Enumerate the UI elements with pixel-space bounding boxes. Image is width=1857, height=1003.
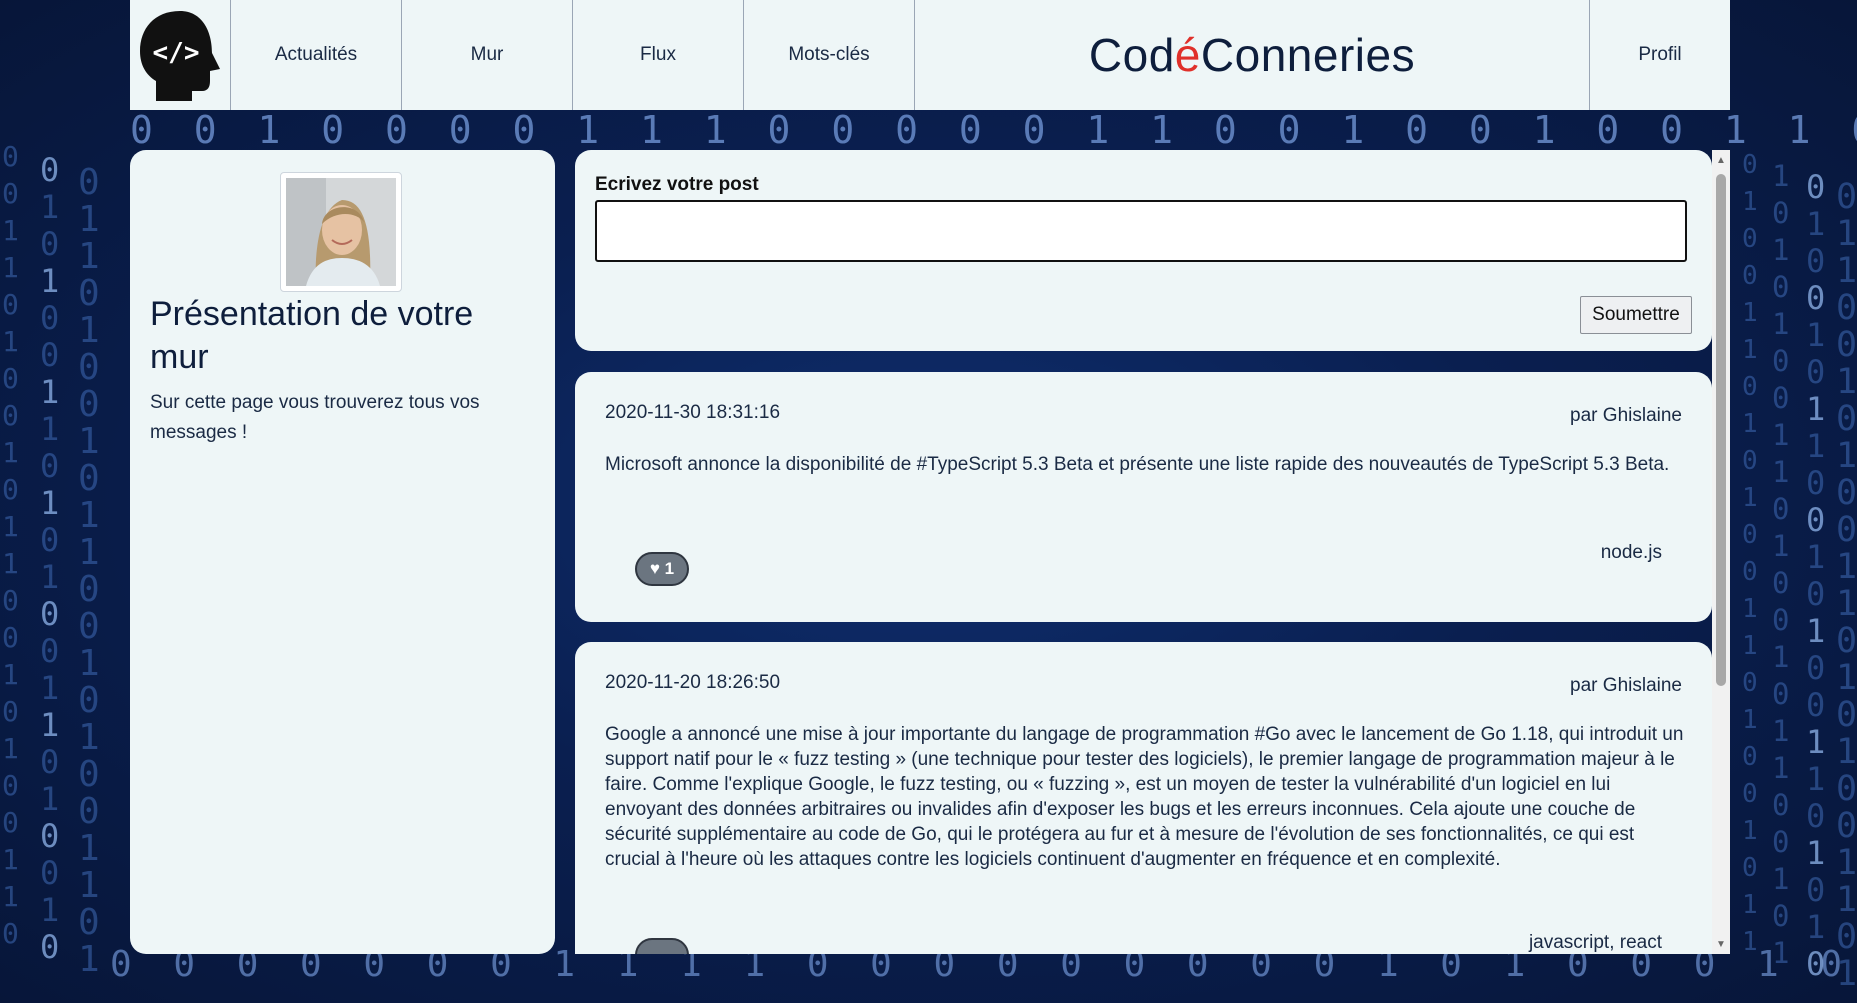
logo[interactable]: </> xyxy=(130,0,231,110)
post-tags[interactable]: node.js xyxy=(1601,542,1662,564)
brand-accent: é xyxy=(1174,29,1201,81)
scroll-up-arrow-icon[interactable]: ▲ xyxy=(1712,152,1730,168)
post-textarea[interactable] xyxy=(595,200,1687,262)
post-author: par Ghislaine xyxy=(1570,675,1682,696)
head-code-icon: </> xyxy=(140,11,220,101)
scroll-thumb[interactable] xyxy=(1716,174,1726,686)
top-navbar: </> Actualités Mur Flux Mots-clés Cod é Co… xyxy=(130,0,1730,110)
post-content: Google a annoncé une mise à jour importa… xyxy=(605,724,1684,870)
post-form-card: Ecrivez votre post Soumettre xyxy=(575,150,1712,351)
avatar xyxy=(286,178,396,286)
wall-main: Ecrivez votre post Soumettre 2020-11-30 … xyxy=(575,150,1712,954)
nav-profil[interactable]: Profil xyxy=(1590,0,1730,110)
nav-mots-cles[interactable]: Mots-clés xyxy=(744,0,915,110)
like-button[interactable] xyxy=(635,938,689,954)
scroll-down-arrow-icon[interactable]: ▼ xyxy=(1712,936,1730,952)
nav-flux[interactable]: Flux xyxy=(573,0,744,110)
post-card: 2020-11-20 18:26:50 par Ghislaine Google… xyxy=(575,642,1712,954)
submit-button[interactable]: Soumettre xyxy=(1580,296,1692,334)
aside-title: Présentation de votre mur xyxy=(150,295,474,376)
post-date: 2020-11-30 18:31:16 xyxy=(605,402,781,423)
avatar-frame xyxy=(280,172,402,292)
post-tags[interactable]: javascript, react xyxy=(1529,932,1662,954)
post-card: 2020-11-30 18:31:16 par Ghislaine Micros… xyxy=(575,372,1712,622)
brand-part1: Cod xyxy=(1088,29,1175,81)
wall-presentation-panel: Présentation de votre mur Sur cette page… xyxy=(130,150,555,954)
post-date: 2020-11-20 18:26:50 xyxy=(605,672,781,693)
svg-text:</>: </> xyxy=(153,38,200,68)
nav-actualites[interactable]: Actualités xyxy=(231,0,402,110)
main-scrollbar[interactable]: ▲ ▼ xyxy=(1712,150,1730,954)
aside-text: Sur cette page vous trouverez tous vos m… xyxy=(150,392,480,443)
post-content: Microsoft annonce la disponibilité de #T… xyxy=(605,454,1670,475)
post-form-label: Ecrivez votre post xyxy=(595,174,759,195)
post-author: par Ghislaine xyxy=(1570,405,1682,426)
binary-strip-top: 0 0 1 0 0 0 0 1 1 1 0 0 0 0 0 1 1 0 0 1 … xyxy=(130,108,1857,152)
nav-mur[interactable]: Mur xyxy=(402,0,573,110)
like-button[interactable]: ♥ 1 xyxy=(635,552,689,586)
brand-title: Cod é Conneries xyxy=(915,0,1590,110)
brand-part2: Conneries xyxy=(1200,29,1416,81)
